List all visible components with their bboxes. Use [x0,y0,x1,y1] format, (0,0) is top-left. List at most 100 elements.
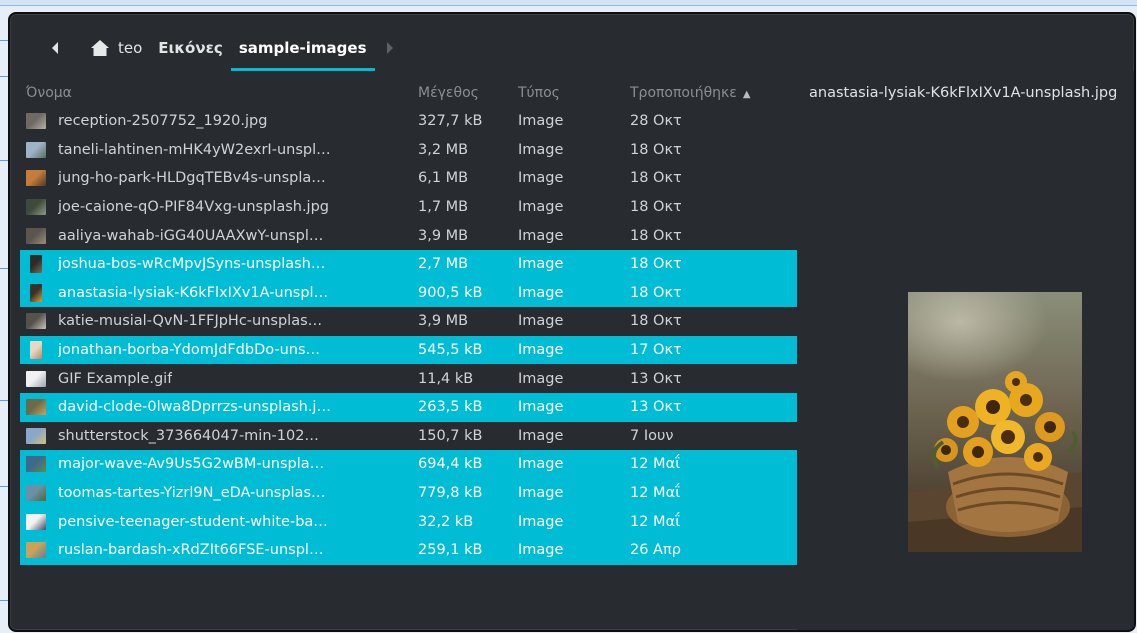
image-thumbnail-icon [26,141,46,158]
list-header: Όνομα Μέγεθος Τύπος Τροποποιήθηκε ▲ [20,79,797,107]
table-row[interactable]: reception-2507752_1920.jpg 327,7 kB Image 2… [20,107,797,136]
column-header-label: Όνομα [26,85,72,101]
column-header-name[interactable]: Όνομα [20,85,412,101]
file-size: 694,4 kB [418,456,483,473]
file-size: 150,7 kB [418,427,483,444]
image-thumbnail-icon [26,513,46,530]
file-name-cell: shutterstock_373664047-min-102… [20,427,412,444]
file-type: Image [518,256,564,273]
file-name-cell: anastasia-lysiak-K6kFlxIXv1A-unspl… [20,283,412,302]
image-thumbnail-icon [26,399,46,416]
file-size: 3,9 MB [418,227,469,244]
table-row[interactable]: major-wave-Av9Us5G2wBM-unspla… 694,4 kB Im… [20,450,797,479]
file-name: reception-2507752_1920.jpg [58,113,268,130]
file-modified: 18 Οκτ [630,227,682,244]
file-type: Image [518,456,564,473]
image-thumbnail-icon [26,170,46,187]
image-thumbnail-icon [30,283,42,302]
file-type: Image [518,113,564,130]
table-row[interactable]: anastasia-lysiak-K6kFlxIXv1A-unspl… 900,5… [20,278,797,308]
preview-pane: anastasia-lysiak-K6kFlxIXv1A-unsplash.jp… [797,71,1134,630]
image-thumbnail-icon [26,227,46,244]
chevron-right-icon [386,42,393,54]
table-row[interactable]: taneli-lahtinen-mHK4yW2exrI-unspl… 3,2 MB… [20,136,797,165]
file-modified: 12 Μαΐ [630,485,681,502]
column-header-modified[interactable]: Τροποποιήθηκε ▲ [616,85,796,101]
file-name: joshua-bos-wRcMpvJSyns-unsplash… [58,256,326,273]
file-type: Image [518,227,564,244]
image-thumbnail-icon [26,542,46,559]
table-row[interactable]: david-clode-0lwa8Dprrzs-unsplash.j… 263,5… [20,392,797,422]
table-row[interactable]: aaliya-wahab-iGG40UAAXwY-unspl… 3,9 MB Ima… [20,221,797,250]
table-row[interactable]: joshua-bos-wRcMpvJSyns-unsplash… 2,7 MB Im… [20,249,797,279]
image-thumbnail-icon [26,427,46,444]
crumb-home[interactable]: teo [76,25,150,71]
crumb-pictures[interactable]: Εικόνες [150,25,231,71]
file-type: Image [518,141,564,158]
file-size: 545,5 kB [418,342,483,359]
column-header-type[interactable]: Τύπος [512,85,616,101]
table-row[interactable]: jonathan-borba-YdomJdFdbDo-uns… 545,5 kB I… [20,335,797,365]
table-row[interactable]: shutterstock_373664047-min-102… 150,7 kB I… [20,422,797,451]
file-name-cell: reception-2507752_1920.jpg [20,113,412,130]
file-name: shutterstock_373664047-min-102… [58,427,319,444]
crumb-label: Εικόνες [158,39,223,57]
column-header-label: Τύπος [518,85,560,101]
table-row[interactable]: ruslan-bardash-xRdZIt66FSE-unspl… 259,1 k… [20,535,797,565]
file-type: Image [518,284,564,301]
back-button[interactable] [36,25,76,71]
file-modified: 17 Οκτ [630,342,682,359]
file-name: david-clode-0lwa8Dprrzs-unsplash.j… [58,399,331,416]
preview-image [908,292,1082,552]
file-name-cell: joe-caione-qO-PIF84Vxg-unsplash.jpg [20,199,412,216]
file-size: 1,7 MB [418,199,469,216]
forward-button[interactable] [375,25,405,71]
crumb-label: sample-images [238,39,367,57]
file-size: 779,8 kB [418,485,483,502]
table-row[interactable]: GIF Example.gif 11,4 kB Image 13 Οκτ [20,364,797,393]
crumb-sample-images[interactable]: sample-images [230,25,375,71]
file-name: toomas-tartes-Yizrl9N_eDA-unsplas… [58,485,326,502]
file-size: 263,5 kB [418,399,483,416]
file-name-cell: joshua-bos-wRcMpvJSyns-unsplash… [20,255,412,274]
file-name: ruslan-bardash-xRdZIt66FSE-unspl… [58,542,324,559]
image-thumbnail-icon [30,255,42,274]
file-modified: 7 Ιουν [630,427,674,444]
file-name-cell: aaliya-wahab-iGG40UAAXwY-unspl… [20,227,412,244]
column-header-label: Μέγεθος [418,85,479,101]
table-row[interactable]: joe-caione-qO-PIF84Vxg-unsplash.jpg 1,7 M… [20,193,797,222]
file-name: GIF Example.gif [58,370,173,387]
file-name-cell: toomas-tartes-Yizrl9N_eDA-unsplas… [20,485,412,502]
crumb-label: teo [118,39,143,57]
home-icon [91,40,109,56]
sort-ascending-icon: ▲ [742,89,751,100]
file-name: aaliya-wahab-iGG40UAAXwY-unspl… [58,227,324,244]
file-name: anastasia-lysiak-K6kFlxIXv1A-unspl… [58,284,329,301]
file-type: Image [518,370,564,387]
file-type: Image [518,399,564,416]
file-size: 259,1 kB [418,542,483,559]
column-header-size[interactable]: Μέγεθος [412,85,512,101]
file-size: 6,1 MB [418,170,469,187]
file-modified: 18 Οκτ [630,199,682,216]
file-name: jonathan-borba-YdomJdFdbDo-uns… [58,342,321,359]
list-rows: reception-2507752_1920.jpg 327,7 kB Image 2… [20,107,797,565]
table-row[interactable]: pensive-teenager-student-white-ba… 32,2 k… [20,507,797,536]
file-size: 2,7 MB [418,256,469,273]
file-modified: 18 Οκτ [630,170,682,187]
file-size: 3,2 MB [418,141,469,158]
table-row[interactable]: katie-musial-QvN-1FFJpHc-unsplas… 3,9 MB I… [20,307,797,336]
table-row[interactable]: jung-ho-park-HLDgqTEBv4s-unspla… 6,1 MB Im… [20,164,797,193]
file-name-cell: GIF Example.gif [20,370,412,387]
file-size: 327,7 kB [418,113,483,130]
file-modified: 18 Οκτ [630,141,682,158]
file-name: major-wave-Av9Us5G2wBM-unspla… [58,456,325,473]
file-name-cell: katie-musial-QvN-1FFJpHc-unsplas… [20,313,412,330]
file-list[interactable]: Όνομα Μέγεθος Τύπος Τροποποιήθηκε ▲ recep… [20,79,797,630]
file-name-cell: pensive-teenager-student-white-ba… [20,513,412,530]
file-type: Image [518,427,564,444]
file-modified: 18 Οκτ [630,284,682,301]
file-modified: 26 Απρ [630,542,681,559]
file-modified: 13 Οκτ [630,370,682,387]
table-row[interactable]: toomas-tartes-Yizrl9N_eDA-unsplas… 779,8 … [20,478,797,508]
